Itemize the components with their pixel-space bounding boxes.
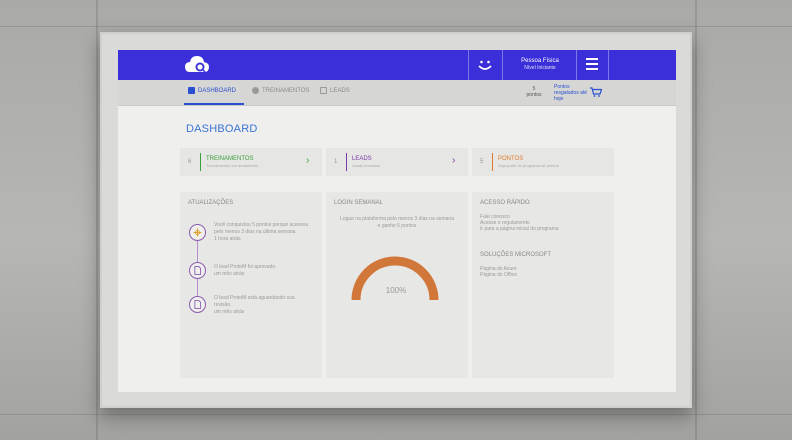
- card-leads[interactable]: 1 LEADS Leads enviados ›: [326, 148, 468, 176]
- star-icon: [189, 224, 206, 241]
- update-text: Você conquistou 5 pontos porque acessou …: [214, 222, 309, 235]
- update-text: O lead ProtoM está aguardando sua revisã…: [214, 295, 295, 308]
- quick-link[interactable]: Página do Office: [480, 272, 517, 278]
- panel-subtitle: SOLUÇÕES MICROSOFT: [480, 252, 552, 258]
- wall-seam: [96, 0, 98, 440]
- card-subtitle: Seja parte do programa de pontos: [498, 162, 559, 168]
- smiley-icon[interactable]: [476, 56, 494, 74]
- gauge-percentage: 100%: [385, 286, 407, 295]
- tab-dashboard[interactable]: DASHBOARD: [188, 87, 236, 94]
- card-count: 6: [188, 159, 192, 165]
- card-subtitle: Leads enviados: [352, 162, 381, 168]
- update-item: Você conquistou 5 pontos porque acessou …: [214, 222, 310, 243]
- dashboard-icon: [188, 87, 195, 94]
- card-accent-bar: [346, 153, 347, 171]
- panel-title: ATUALIZAÇÕES: [188, 200, 234, 206]
- login-progress-gauge: [351, 256, 439, 301]
- topbar-divider: [608, 50, 609, 80]
- card-pontos[interactable]: 5 PONTOS Seja parte do programa de ponto…: [472, 148, 614, 176]
- tab-treinamentos-label: TREINAMENTOS: [262, 87, 310, 94]
- quick-links-list: Fale conosco Acesse o regulamento Ir par…: [480, 214, 559, 232]
- cloud-logo-icon[interactable]: [184, 54, 210, 76]
- quick-access-panel: ACESSO RÁPIDO Fale conosco Acesse o regu…: [472, 192, 614, 378]
- card-accent-bar: [492, 153, 493, 171]
- card-title: LEADS: [352, 155, 372, 162]
- nav-bar: DASHBOARD TREINAMENTOS LEADS 5 pontos Po…: [118, 80, 676, 106]
- chevron-right-icon: ›: [452, 155, 456, 166]
- card-subtitle: Treinamentos em andamento: [206, 162, 259, 168]
- ms-links-list: Página do Azure Página do Office: [480, 266, 517, 278]
- topbar-divider: [576, 50, 577, 80]
- update-text: O lead ProtoM foi aprovado.: [214, 264, 277, 270]
- user-profile[interactable]: Pessoa Física Nível Iniciante: [504, 57, 576, 72]
- card-accent-bar: [200, 153, 201, 171]
- topbar-divider: [468, 50, 469, 80]
- points-link[interactable]: Pontos resgatados até hoje: [554, 84, 588, 102]
- points-label: pontos: [526, 92, 542, 98]
- top-bar: Pessoa Física Nível Iniciante: [118, 50, 676, 80]
- updates-panel: ATUALIZAÇÕES Você conquistou 5 pontos po…: [180, 192, 322, 378]
- tab-leads-label: LEADS: [330, 87, 350, 94]
- update-time: um mês atrás: [214, 309, 245, 315]
- wall-seam: [0, 26, 792, 27]
- weekly-login-panel: LOGIN SEMANAL Logue na plataforma pelo m…: [326, 192, 468, 378]
- wall-seam: [0, 414, 792, 415]
- weekly-login-text: Logue na plataforma pelo menos 3 dias na…: [340, 216, 454, 229]
- quick-link[interactable]: Ir para a página inicial do programa: [480, 226, 559, 232]
- cart-icon[interactable]: [590, 87, 602, 97]
- tab-dashboard-label: DASHBOARD: [198, 87, 237, 94]
- user-level: Nível Iniciante: [524, 65, 556, 71]
- update-time: 1 hora atrás: [214, 236, 241, 242]
- card-count: 1: [334, 159, 338, 165]
- user-name: Pessoa Física: [521, 58, 559, 64]
- document-icon: [189, 262, 206, 279]
- document-icon: [189, 296, 206, 313]
- training-icon: [252, 87, 259, 94]
- hamburger-menu-icon[interactable]: [586, 58, 598, 70]
- document-icon: [320, 87, 327, 94]
- active-tab-indicator: [184, 103, 244, 105]
- tab-treinamentos[interactable]: TREINAMENTOS: [252, 87, 310, 94]
- card-treinamentos[interactable]: 6 TREINAMENTOS Treinamentos em andamento…: [180, 148, 322, 176]
- wall-seam: [695, 0, 697, 440]
- card-count: 5: [480, 159, 484, 165]
- card-title: TREINAMENTOS: [206, 155, 254, 162]
- chevron-right-icon: ›: [306, 155, 310, 166]
- page-title: DASHBOARD: [186, 123, 258, 135]
- panel-title: LOGIN SEMANAL: [334, 200, 384, 206]
- app-window: Pessoa Física Nível Iniciante DASHBOARD …: [118, 50, 676, 392]
- card-title: PONTOS: [498, 155, 524, 162]
- topbar-divider: [502, 50, 503, 80]
- panel-title: ACESSO RÁPIDO: [480, 200, 530, 206]
- points-counter[interactable]: 5 pontos: [520, 83, 548, 103]
- tab-leads[interactable]: LEADS: [320, 87, 350, 94]
- update-item: O lead ProtoM está aguardando sua revisã…: [214, 295, 310, 316]
- update-item: O lead ProtoM foi aprovado. um mês atrás: [214, 264, 310, 278]
- update-time: um mês atrás: [214, 271, 245, 277]
